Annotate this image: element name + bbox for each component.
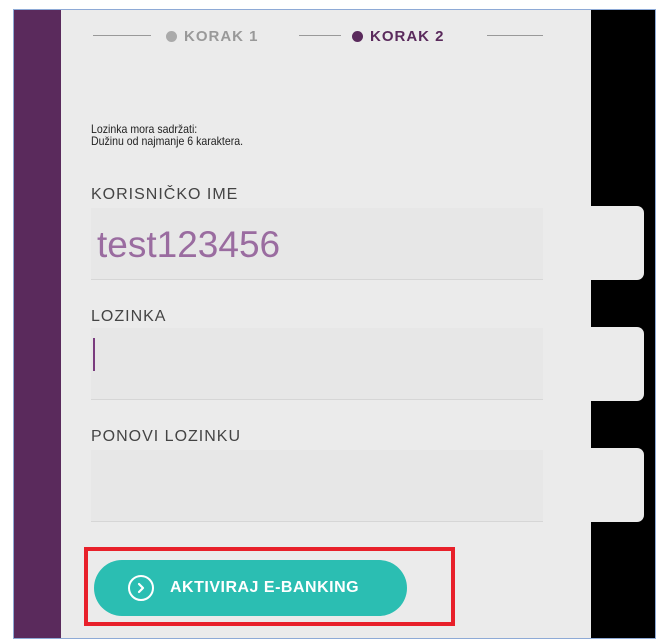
username-field[interactable]: test123456 — [91, 208, 543, 280]
side-tab-2 — [591, 327, 644, 401]
step-1-dot — [166, 30, 177, 42]
password-field[interactable] — [91, 328, 543, 400]
step-2-dot — [352, 30, 363, 42]
text-caret — [93, 338, 95, 371]
username-label: KORISNIČKO IME — [91, 186, 239, 203]
confirm-password-field[interactable] — [91, 450, 543, 522]
password-hint: Lozinka mora sadržati: Dužinu od najmanj… — [91, 123, 243, 147]
side-tab-1 — [591, 206, 644, 280]
registration-panel: KORAK 1 KORAK 2 Lozinka mora sadržati: D… — [61, 10, 591, 638]
step-1: KORAK 1 — [166, 26, 259, 46]
username-value: test123456 — [97, 224, 281, 265]
step-divider — [487, 35, 543, 36]
brand-side-bar — [14, 10, 61, 638]
step-divider — [299, 35, 341, 36]
step-indicator: KORAK 1 KORAK 2 — [93, 26, 543, 46]
highlight-box — [84, 547, 455, 626]
step-2: KORAK 2 — [352, 26, 445, 46]
step-2-label: KORAK 2 — [370, 27, 445, 45]
confirm-password-label: PONOVI LOZINKU — [91, 428, 242, 445]
hint-line-2: Dužinu od najmanje 6 karaktera. — [91, 134, 244, 148]
password-label: LOZINKA — [91, 308, 167, 325]
step-divider — [93, 35, 151, 36]
side-tab-3 — [591, 448, 644, 522]
step-1-label: KORAK 1 — [184, 27, 259, 45]
background-area — [591, 10, 655, 638]
app-frame: KORAK 1 KORAK 2 Lozinka mora sadržati: D… — [13, 9, 656, 639]
